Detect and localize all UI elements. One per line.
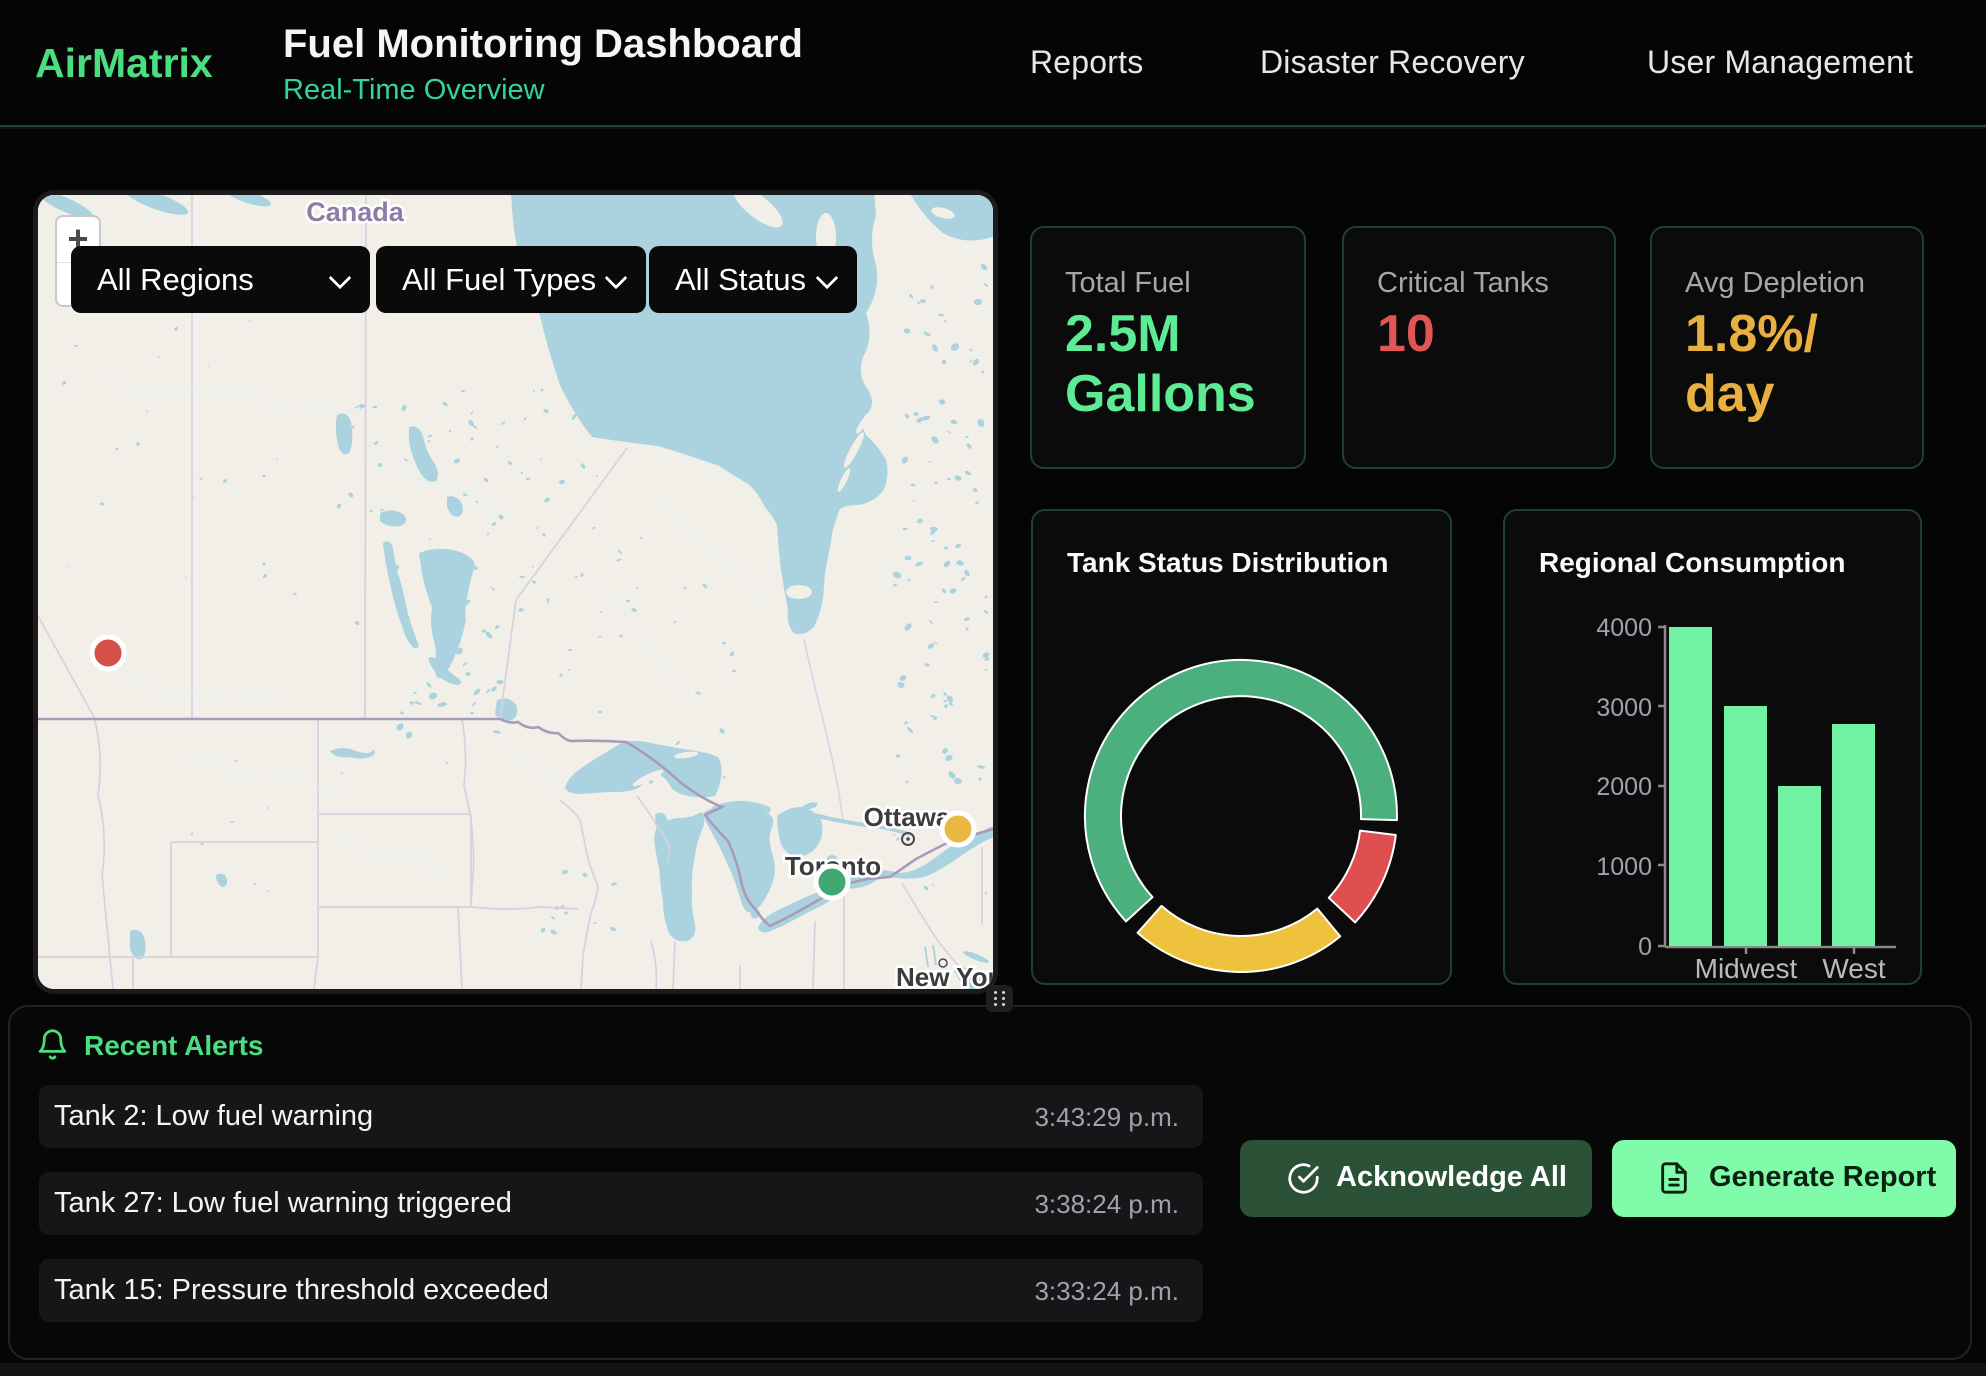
svg-text:0: 0: [1638, 933, 1652, 961]
svg-text:1000: 1000: [1596, 853, 1652, 881]
svg-text:West: West: [1822, 953, 1885, 983]
svg-text:Ottawa: Ottawa: [864, 802, 951, 832]
svg-text:Midwest: Midwest: [1695, 953, 1798, 983]
svg-text:3000: 3000: [1596, 694, 1652, 722]
svg-text:2000: 2000: [1596, 773, 1652, 801]
svg-text:Canada: Canada: [306, 197, 405, 227]
svg-text:4000: 4000: [1596, 614, 1652, 642]
